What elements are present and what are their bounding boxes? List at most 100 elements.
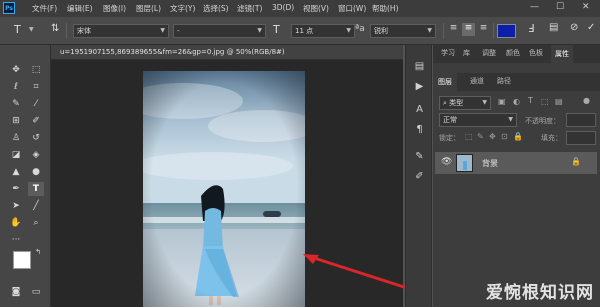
align-center-icon[interactable]: ≡ <box>462 23 475 36</box>
filter-type-icon[interactable]: T <box>528 96 533 105</box>
layer-panel-tabs: 图层 通道 路径 <box>433 73 600 91</box>
lock-transparent-icon[interactable]: ⬚ <box>465 132 473 141</box>
lock-pixels-icon[interactable]: ✎ <box>477 132 484 141</box>
menu-bar: Ps 文件(F) 编辑(E) 图像(I) 图层(L) 文字(Y) 选择(S) 滤… <box>0 0 600 17</box>
font-family-select[interactable]: 宋体 ▼ <box>73 24 169 38</box>
tab-properties[interactable]: 属性 <box>551 45 573 63</box>
brush-tool-icon[interactable]: ✐ <box>28 114 44 128</box>
lock-position-icon[interactable]: ✥ <box>489 132 496 141</box>
visibility-eye-icon[interactable]: 👁 <box>441 157 452 167</box>
document-tab[interactable]: u=1951907155,869389655&fm=26&gp=0.jpg @ … <box>51 45 403 60</box>
layer-kind-filter[interactable]: ⌕ 类型 ▼ <box>439 96 491 110</box>
minimize-icon[interactable]: — <box>530 2 539 12</box>
menu-layer[interactable]: 图层(L) <box>136 3 161 14</box>
blend-mode-select[interactable]: 正常 ▼ <box>439 113 517 127</box>
chevron-down-icon: ▼ <box>427 27 432 34</box>
menu-3d[interactable]: 3D(D) <box>272 3 294 12</box>
lasso-tool-icon[interactable]: ℓ <box>8 80 24 94</box>
tab-color[interactable]: 颜色 <box>506 48 520 58</box>
close-icon[interactable]: ✕ <box>582 2 590 12</box>
font-style-select[interactable]: - ▼ <box>173 24 266 38</box>
tab-adjustments[interactable]: 调整 <box>482 48 496 58</box>
photoshop-logo: Ps <box>3 2 15 14</box>
menu-type[interactable]: 文字(Y) <box>170 3 195 14</box>
antialias-select[interactable]: 锐利 ▼ <box>370 24 436 38</box>
actions-panel-icon[interactable]: ▶ <box>413 80 426 93</box>
watermark-text: 爱惋根知识网 <box>486 283 594 303</box>
type-tool-icon[interactable]: T <box>28 182 44 196</box>
warp-text-icon[interactable]: Ⅎ <box>528 22 534 35</box>
menu-edit[interactable]: 编辑(E) <box>67 3 93 14</box>
more-tools-icon[interactable]: ··· <box>8 233 24 247</box>
toggle-orientation-icon[interactable]: ⇅ <box>51 23 59 34</box>
menu-window[interactable]: 窗口(W) <box>338 3 366 14</box>
paragraph-panel-icon[interactable]: ¶ <box>413 123 426 136</box>
menu-image[interactable]: 图像(I) <box>103 3 126 14</box>
menu-file[interactable]: 文件(F) <box>32 3 57 14</box>
brush-settings-icon[interactable]: ✎ <box>413 150 426 163</box>
lock-icon: 🔒 <box>571 157 581 166</box>
eraser-tool-icon[interactable]: ◪ <box>8 148 24 162</box>
tab-paths[interactable]: 路径 <box>497 76 511 86</box>
move-tool-icon[interactable]: ✥ <box>8 63 24 77</box>
lock-artboard-icon[interactable]: ⊡ <box>501 132 508 141</box>
beach-photo <box>143 71 305 307</box>
eyedropper-tool-icon[interactable]: ⁄ <box>28 97 44 111</box>
layer-row-background[interactable]: 👁 背景 🔒 <box>435 152 597 174</box>
menu-help[interactable]: 帮助(H) <box>372 3 399 14</box>
menu-select[interactable]: 选择(S) <box>203 3 229 14</box>
hand-tool-icon[interactable]: ✋ <box>8 216 24 230</box>
paint-bucket-tool-icon[interactable]: ◈ <box>28 148 44 162</box>
zoom-tool-icon[interactable]: ⌕ <box>28 216 44 230</box>
text-color-swatch[interactable] <box>497 24 516 38</box>
line-tool-icon[interactable]: ╱ <box>28 199 44 213</box>
restore-icon[interactable]: ☐ <box>556 2 564 12</box>
clone-stamp-tool-icon[interactable]: ♙ <box>8 131 24 145</box>
dodge-tool-icon[interactable]: ● <box>28 165 44 179</box>
options-bar: T ▼ ⇅ 宋体 ▼ - ▼ T 11 点 ▼ ªa 锐利 ▼ ≡ ≡ ≡ Ⅎ ▤ ⊘ … <box>0 17 600 45</box>
filter-shape-icon[interactable]: ⬚ <box>541 97 549 106</box>
filter-smart-object-icon[interactable]: ▤ <box>555 97 563 106</box>
blur-tool-icon[interactable]: ▲ <box>8 165 24 179</box>
top-panel-tabs: 学习 库 调整 颜色 色板 属性 <box>433 45 600 63</box>
tab-learn[interactable]: 学习 <box>441 48 455 58</box>
text-tool-icon[interactable]: T <box>14 23 21 36</box>
character-panel-icon[interactable]: A <box>413 103 426 116</box>
chevron-down-icon: ▼ <box>160 27 165 34</box>
filter-toggle-icon[interactable]: ● <box>583 96 590 105</box>
tab-libraries[interactable]: 库 <box>463 48 470 58</box>
font-size-select[interactable]: 11 点 ▼ <box>291 24 355 38</box>
tab-layers[interactable]: 图层 <box>433 73 457 91</box>
quick-mask-icon[interactable]: ◙ <box>8 285 24 299</box>
path-select-tool-icon[interactable]: ➤ <box>8 199 24 213</box>
brush-presets-icon[interactable]: ✐ <box>413 170 426 183</box>
menu-filter[interactable]: 滤镜(T) <box>237 3 262 14</box>
swap-colors-icon[interactable]: ↰ <box>30 245 46 259</box>
opacity-input[interactable] <box>566 113 596 127</box>
healing-brush-tool-icon[interactable]: ⊞ <box>8 114 24 128</box>
lock-label: 锁定： <box>439 134 460 142</box>
quick-select-tool-icon[interactable]: ✎ <box>8 97 24 111</box>
lock-all-icon[interactable]: 🔒 <box>513 132 523 141</box>
filter-pixel-icon[interactable]: ▣ <box>498 97 506 106</box>
marquee-tool-icon[interactable]: ⬚ <box>28 63 44 77</box>
screen-mode-icon[interactable]: ▭ <box>28 285 44 299</box>
cancel-icon[interactable]: ⊘ <box>570 22 578 33</box>
menu-view[interactable]: 视图(V) <box>303 3 329 14</box>
document-image <box>143 71 305 307</box>
font-size-icon: T <box>273 23 280 36</box>
tool-preset-chevron-icon[interactable]: ▼ <box>29 26 34 33</box>
history-brush-tool-icon[interactable]: ↺ <box>28 131 44 145</box>
fill-input[interactable] <box>566 131 596 145</box>
foreground-color-swatch[interactable] <box>13 251 31 269</box>
filter-adjustment-icon[interactable]: ◐ <box>513 97 520 106</box>
character-panel-icon[interactable]: ▤ <box>549 22 558 33</box>
tab-swatches[interactable]: 色板 <box>529 48 543 58</box>
crop-tool-icon[interactable]: ⌗ <box>28 80 44 94</box>
align-right-icon[interactable]: ≡ <box>477 23 490 36</box>
commit-icon[interactable]: ✓ <box>587 22 595 33</box>
tab-channels[interactable]: 通道 <box>470 76 484 86</box>
align-left-icon[interactable]: ≡ <box>447 23 460 36</box>
history-panel-icon[interactable]: ▤ <box>413 60 426 73</box>
pen-tool-icon[interactable]: ✒ <box>8 182 24 196</box>
